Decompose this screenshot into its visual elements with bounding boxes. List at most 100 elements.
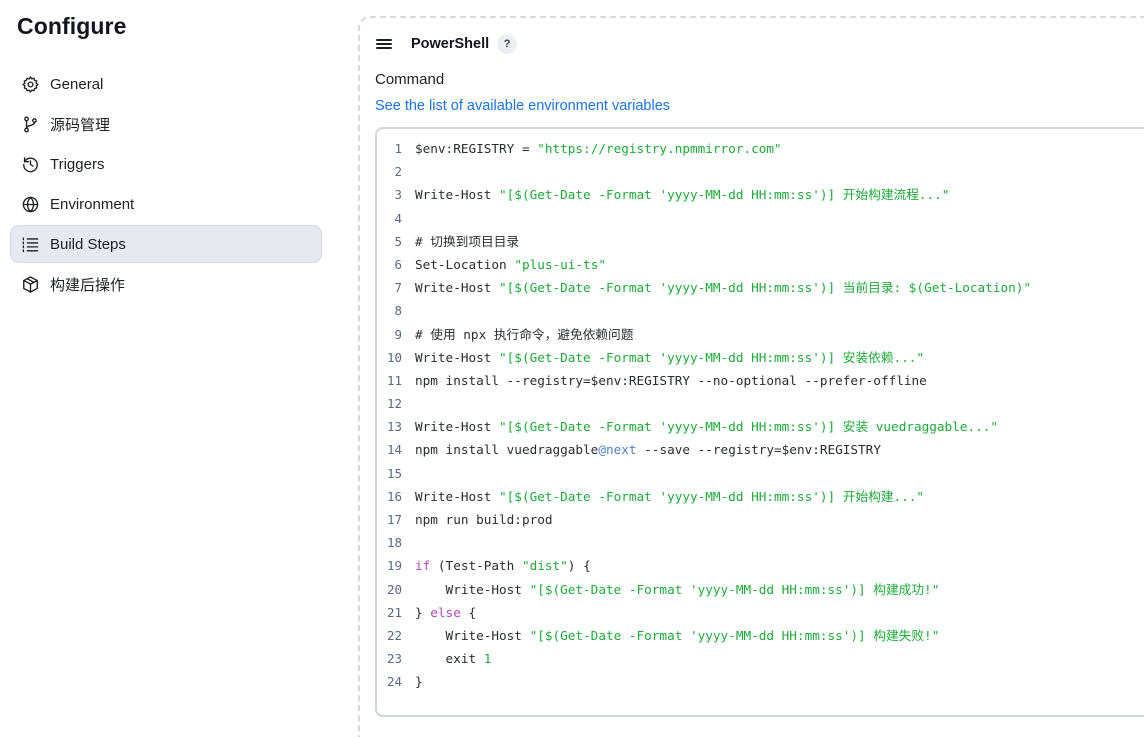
line-number: 18: [386, 535, 402, 551]
code-line: 9 # 使用 npx 执行命令，避免依赖问题: [377, 323, 1144, 346]
step-header: PowerShell ?: [376, 33, 518, 55]
line-content: npm install --registry=$env:REGISTRY --n…: [415, 369, 927, 392]
line-content: Write-Host "[$(Get-Date -Format 'yyyy-MM…: [415, 624, 940, 647]
list-icon: [20, 234, 40, 254]
code-token: Write-Host: [415, 581, 530, 597]
code-line: 1 $env:REGISTRY = "https://registry.npmmi…: [377, 137, 1144, 160]
line-number: 20: [386, 581, 402, 597]
code-token: npm install --registry=$env:REGISTRY --n…: [415, 372, 927, 388]
code-token: (Test-Path: [430, 558, 522, 574]
gear-icon: [20, 74, 40, 94]
sidebar-nav: General 源码管理 Triggers Environment Build …: [10, 65, 322, 305]
line-number: 24: [386, 674, 402, 690]
help-icon[interactable]: ?: [497, 34, 518, 54]
sidebar-item-label: Environment: [50, 195, 135, 213]
code-token: 1: [483, 651, 492, 667]
sidebar-item-post-build[interactable]: 构建后操作: [10, 265, 322, 303]
line-content: } else {: [415, 601, 476, 624]
line-number: 15: [386, 465, 402, 481]
code-token: exit: [415, 651, 484, 667]
sidebar-item-build-steps[interactable]: Build Steps: [10, 225, 322, 263]
code-token: npm run build:prod: [415, 512, 553, 527]
line-content: Set-Location "plus-ui-ts": [415, 253, 606, 276]
code-line: 12: [377, 392, 1144, 415]
line-number: 12: [386, 396, 402, 412]
command-editor[interactable]: 1 $env:REGISTRY = "https://registry.npmmi…: [375, 127, 1144, 717]
code-line: 23 exit 1: [377, 647, 1144, 670]
code-token: Write-Host: [415, 280, 500, 296]
code-token: if: [415, 558, 431, 574]
code-token: Write-Host: [415, 349, 500, 365]
code-token: # 使用 npx 执行命令，避免依赖问题: [415, 326, 634, 342]
page-title: Configure: [17, 13, 127, 39]
code-line: 2: [377, 160, 1144, 183]
line-content: }: [415, 670, 423, 693]
code-token: "[$(Get-Date -Format 'yyyy-MM-dd HH:mm:s…: [499, 419, 998, 435]
line-number: 14: [386, 442, 402, 458]
code-token: --save --registry=$env:REGISTRY: [636, 442, 881, 458]
build-step-section: PowerShell ? Command See the list of ava…: [358, 16, 1144, 737]
line-number: 7: [394, 280, 402, 296]
code-line: 19 if (Test-Path "dist") {: [377, 554, 1144, 577]
code-token: Write-Host: [415, 627, 530, 643]
code-token: npm install vuedraggable: [415, 442, 599, 458]
code-token: }: [415, 674, 423, 690]
line-number: 16: [386, 488, 402, 504]
line-content: Write-Host "[$(Get-Date -Format 'yyyy-MM…: [415, 276, 1031, 299]
line-content: exit 1: [415, 647, 492, 670]
package-icon: [20, 274, 40, 294]
code-token: Write-Host: [415, 419, 500, 435]
code-line: 5 # 切换到项目目录: [377, 230, 1144, 253]
line-number: 4: [394, 210, 402, 226]
line-number: 9: [394, 326, 402, 342]
line-content: $env:REGISTRY = "https://registry.npmmir…: [415, 137, 782, 160]
code-line: 3 Write-Host "[$(Get-Date -Format 'yyyy-M…: [377, 183, 1144, 206]
sidebar-item-source-control[interactable]: 源码管理: [10, 105, 322, 143]
code-token: "[$(Get-Date -Format 'yyyy-MM-dd HH:mm:s…: [499, 488, 925, 504]
code-line: 6 Set-Location "plus-ui-ts": [377, 253, 1144, 276]
code-token: "[$(Get-Date -Format 'yyyy-MM-dd HH:mm:s…: [499, 280, 1032, 296]
code-token: "[$(Get-Date -Format 'yyyy-MM-dd HH:mm:s…: [499, 187, 950, 203]
env-vars-link[interactable]: the list of available environment variab…: [405, 98, 670, 114]
sidebar-item-general[interactable]: General: [10, 65, 322, 103]
code-token: "[$(Get-Date -Format 'yyyy-MM-dd HH:mm:s…: [499, 349, 925, 365]
sidebar-item-label: 构建后操作: [50, 276, 126, 294]
code-line: 17 npm run build:prod: [377, 508, 1144, 531]
code-token: Set-Location: [415, 256, 515, 272]
code-line: 22 Write-Host "[$(Get-Date -Format 'yyyy…: [377, 624, 1144, 647]
drag-handle-icon[interactable]: [376, 37, 392, 51]
code-line: 4: [377, 207, 1144, 230]
clock-icon: [20, 154, 40, 174]
code-token: Write-Host: [415, 187, 500, 203]
line-content: Write-Host "[$(Get-Date -Format 'yyyy-MM…: [415, 346, 924, 369]
code-line: 14 npm install vuedraggable@next --save -…: [377, 438, 1144, 461]
line-number: 5: [394, 233, 402, 249]
line-content: Write-Host "[$(Get-Date -Format 'yyyy-MM…: [415, 183, 949, 206]
code-line: 8: [377, 299, 1144, 322]
sidebar-item-label: Triggers: [50, 155, 105, 173]
line-content: npm install vuedraggable@next --save --r…: [415, 438, 881, 461]
command-label: Command: [375, 71, 445, 88]
sidebar-item-label: Build Steps: [50, 235, 126, 253]
code-token: }: [415, 604, 431, 620]
line-number: 1: [394, 141, 402, 156]
code-token: ) {: [567, 558, 591, 574]
code-token: else: [430, 604, 461, 620]
code-line: 11 npm install --registry=$env:REGISTRY -…: [377, 369, 1144, 392]
sidebar-item-triggers[interactable]: Triggers: [10, 145, 322, 183]
line-number: 19: [386, 558, 402, 574]
globe-icon: [20, 194, 40, 214]
line-number: 17: [386, 512, 402, 527]
code-line: 13 Write-Host "[$(Get-Date -Format 'yyyy-…: [377, 415, 1144, 438]
code-line: 18: [377, 531, 1144, 554]
line-number: 22: [386, 627, 402, 643]
code-token: $env:REGISTRY =: [415, 141, 538, 156]
branch-icon: [20, 114, 40, 134]
line-number: 21: [386, 604, 402, 620]
line-number: 3: [394, 187, 402, 203]
line-content: Write-Host "[$(Get-Date -Format 'yyyy-MM…: [415, 485, 924, 508]
code-line: 21 } else {: [377, 601, 1144, 624]
sidebar-item-environment[interactable]: Environment: [10, 185, 322, 223]
line-number: 11: [386, 372, 402, 388]
code-token: "dist": [521, 558, 568, 574]
